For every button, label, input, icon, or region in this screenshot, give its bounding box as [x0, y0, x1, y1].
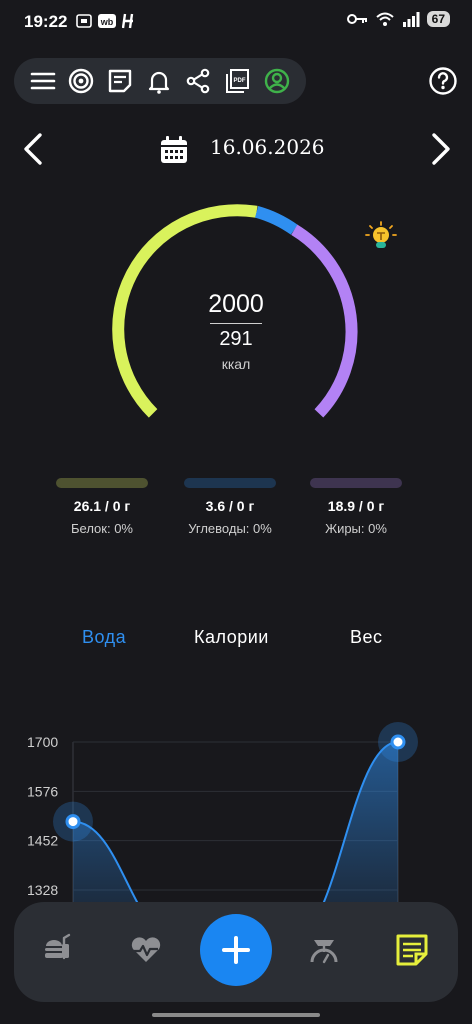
bell-icon[interactable]: [146, 68, 172, 94]
calorie-goal: 2000: [208, 290, 264, 318]
gauge-segment-fat: [291, 224, 358, 418]
h-app-icon: [122, 13, 134, 29]
chart-y-tick-label: 1452: [27, 833, 58, 849]
status-app-icons: wb: [76, 13, 136, 29]
svg-text:wb: wb: [100, 17, 114, 27]
chart-y-tick-label: 1700: [27, 734, 58, 750]
chart-y-tick-label: 1576: [27, 783, 58, 799]
gesture-handle: [152, 1013, 320, 1017]
macro-fat-label: Жиры: 0%: [325, 521, 387, 536]
wb-icon: wb: [98, 14, 116, 28]
target-icon[interactable]: [68, 68, 94, 94]
status-right: 67: [346, 11, 450, 27]
add-button[interactable]: [200, 914, 272, 986]
macro-protein: 26.1 / 0 г Белок: 0%: [42, 478, 162, 536]
profile-icon[interactable]: [264, 68, 290, 94]
scale-icon[interactable]: [306, 932, 342, 968]
tab-weight[interactable]: Вес: [350, 627, 383, 648]
macro-carbs: 3.6 / 0 г Углеводы: 0%: [170, 478, 290, 536]
chart-y-tick-label: 1328: [27, 882, 58, 898]
macro-fat-value: 18.9 / 0 г: [327, 498, 385, 514]
lightbulb-icon[interactable]: [364, 220, 398, 254]
chevron-left-icon[interactable]: [20, 132, 46, 166]
diary-icon[interactable]: [394, 932, 430, 968]
macro-carbs-value: 3.6 / 0 г: [205, 498, 255, 514]
status-bar: 19:22 wb 67: [0, 0, 472, 44]
food-icon[interactable]: [38, 932, 74, 968]
macro-carbs-label: Углеводы: 0%: [188, 521, 272, 536]
screenshot-icon: [76, 14, 92, 28]
svg-text:PDF: PDF: [234, 78, 246, 84]
macro-protein-value: 26.1 / 0 г: [73, 498, 131, 514]
water-chart: 1700 1576 1452 1328: [27, 722, 418, 920]
add-icon: [222, 936, 250, 964]
status-time: 19:22: [24, 12, 68, 31]
wifi-icon: [375, 12, 394, 26]
key-icon: [346, 14, 367, 24]
macro-carbs-bar: [184, 478, 276, 488]
help-icon[interactable]: [428, 66, 458, 96]
pdf-icon[interactable]: PDF: [224, 68, 250, 94]
macro-protein-label: Белок: 0%: [71, 521, 133, 536]
signal-icon: [402, 12, 420, 27]
tab-water[interactable]: Вода: [82, 627, 126, 648]
macro-fat-bar: [310, 478, 402, 488]
battery-level: 67: [426, 11, 450, 27]
calorie-divider: [210, 323, 262, 324]
chart-area: [73, 742, 398, 920]
current-date[interactable]: 16.06.2026: [210, 135, 325, 159]
heart-rate-icon[interactable]: [128, 932, 164, 968]
tab-calories[interactable]: Калории: [194, 627, 269, 648]
bottom-nav: [14, 902, 458, 1002]
gauge-segment-carbs: [254, 206, 298, 235]
chart-point: [390, 734, 406, 750]
calorie-consumed: 291: [219, 328, 253, 350]
chart-point: [65, 814, 81, 830]
top-toolbar: PDF: [14, 58, 306, 104]
chevron-right-icon[interactable]: [428, 132, 454, 166]
macro-protein-bar: [56, 478, 148, 488]
calorie-unit: ккал: [221, 356, 251, 372]
notes-icon[interactable]: [107, 68, 133, 94]
macro-fat: 18.9 / 0 г Жиры: 0%: [296, 478, 416, 536]
calendar-icon[interactable]: [160, 136, 188, 164]
share-icon[interactable]: [185, 68, 211, 94]
menu-icon[interactable]: [30, 68, 56, 94]
